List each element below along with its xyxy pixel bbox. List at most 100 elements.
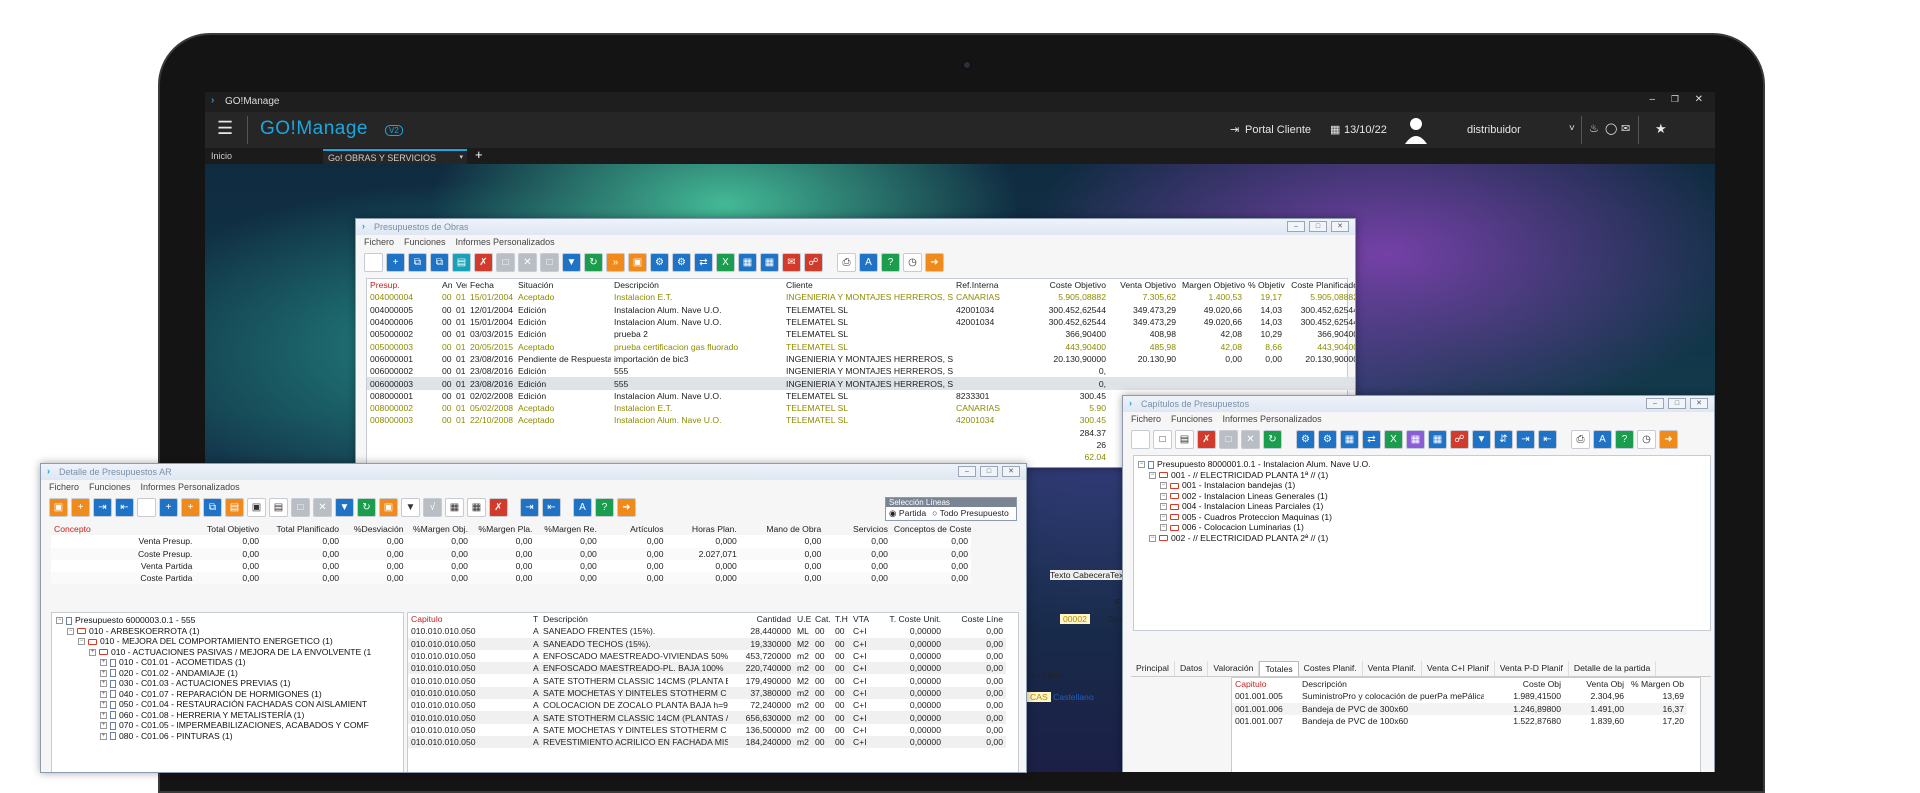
expand-icon[interactable]: − xyxy=(1160,503,1167,511)
column-header[interactable]: Coste Líne xyxy=(944,613,1006,625)
expand-icon[interactable]: − xyxy=(1149,471,1156,479)
column-header[interactable]: Venta Obj xyxy=(1564,678,1627,690)
column-header[interactable]: Cantidad xyxy=(728,613,794,625)
table-row[interactable]: 001.001.007 Bandeja de PVC de 100x60 1.522… xyxy=(1232,714,1687,728)
duplicate-icon[interactable]: ⧉ xyxy=(430,252,449,272)
expand-icon[interactable]: − xyxy=(56,617,63,625)
export-icon[interactable]: ⇤ xyxy=(1538,429,1557,449)
tree-node[interactable]: +050 - C01.04 - RESTAURACIÓN FACHADAS CO… xyxy=(56,699,399,710)
expand-icon[interactable]: + xyxy=(100,732,107,740)
menu-fichero[interactable]: Fichero xyxy=(364,237,394,247)
save-icon[interactable]: □ xyxy=(496,252,515,272)
settings-icon[interactable]: ⚙ xyxy=(650,252,669,272)
maximize-icon[interactable]: □ xyxy=(980,466,998,477)
filter-icon[interactable]: ▼ xyxy=(562,252,581,272)
translate-icon[interactable]: A xyxy=(859,252,878,272)
star-icon[interactable]: ★ xyxy=(1655,121,1667,137)
tree-node[interactable]: − 002 - // ELECTRICIDAD PLANTA 2ª // (1) xyxy=(1138,533,1706,544)
column-header[interactable]: Horas Plan. xyxy=(667,523,740,535)
edit-icon[interactable]: ✎ xyxy=(364,252,383,272)
table-row[interactable]: 010.010.010.050 A SATE MOCHETAS Y DINTELES… xyxy=(408,723,1006,736)
tree-node[interactable]: − Presupuesto 6000003.0.1 - 555 xyxy=(56,615,399,626)
grid-icon[interactable]: ▦ xyxy=(1406,429,1425,449)
tools-icon[interactable]: ⚙ xyxy=(672,252,691,272)
expand-icon[interactable]: − xyxy=(1149,534,1156,542)
tree-node[interactable]: +060 - C01.08 - HERRERIA Y METALISTERÍA … xyxy=(56,710,399,721)
table-row[interactable]: 001.001.006 Bandeja de PVC de 300x60 1.246… xyxy=(1232,702,1687,715)
document-icon[interactable]: ▤ xyxy=(452,252,471,272)
bc3-export-icon[interactable]: ⇄ xyxy=(694,252,713,272)
column-header[interactable]: Artículos xyxy=(600,523,667,535)
table-row[interactable]: 005000002 00 01 03/03/2015 Edición prueba 2 TE… xyxy=(367,328,1355,340)
table-row[interactable]: 010.010.010.050 A REVESTIMIENTO ACRILICO E… xyxy=(408,735,1006,749)
column-header[interactable]: Mano de Obra xyxy=(740,523,824,535)
tree-node[interactable]: +010 - C01.01 - ACOMETIDAS (1) xyxy=(56,657,399,668)
expand-icon[interactable]: − xyxy=(1160,482,1167,490)
remove-icon[interactable]: ✗ xyxy=(489,497,508,517)
column-header[interactable]: Coste Planificado xyxy=(1285,279,1355,291)
minimize-icon[interactable]: – xyxy=(1649,94,1655,105)
column-header[interactable]: % Margen Ob xyxy=(1627,678,1687,690)
expand-icon[interactable]: + xyxy=(100,659,107,667)
print-icon[interactable]: ⎙ xyxy=(837,252,856,272)
maximize-icon[interactable]: □ xyxy=(1668,398,1686,409)
new-icon[interactable]: □ xyxy=(1153,429,1172,449)
column-header[interactable]: Total Planificado xyxy=(262,523,342,535)
column-header[interactable]: Descripción xyxy=(611,279,783,291)
settings-icon[interactable]: ⚙ xyxy=(1296,429,1315,449)
table-row[interactable]: 010.010.010.050 A COLOCACION DE ZOCALO PLA… xyxy=(408,699,1006,712)
save-icon[interactable]: □ xyxy=(291,497,310,517)
hierarchy-icon[interactable]: ▣ xyxy=(628,252,647,272)
menu-fichero[interactable]: Fichero xyxy=(49,482,79,492)
column-header[interactable]: Ref.Interna xyxy=(953,279,1035,291)
menu-informes[interactable]: Informes Personalizados xyxy=(456,237,555,247)
sort-icon[interactable]: ⇵ xyxy=(1494,429,1513,449)
expand-icon[interactable]: − xyxy=(78,638,85,646)
expand-icon[interactable]: + xyxy=(100,711,107,719)
table-row[interactable]: 006000001 00 01 23/08/2016 Pendiente de Resp… xyxy=(367,353,1355,365)
dropdown-icon[interactable]: ▾ xyxy=(459,153,463,161)
radio-partida[interactable]: ◉ Partida xyxy=(889,508,926,519)
tree-node[interactable]: − 006 - Colocacion Luminarias (1) xyxy=(1138,522,1706,533)
edit-icon[interactable]: ✎ xyxy=(137,497,156,517)
column-header[interactable]: Coste Obj xyxy=(1484,678,1564,690)
lock-icon[interactable]: ▣ xyxy=(247,497,266,517)
clock-icon[interactable]: ◷ xyxy=(903,252,922,272)
bell-icon[interactable]: ♨ xyxy=(1589,122,1599,135)
tree-node[interactable]: − 004 - Instalacion Lineas Parciales (1) xyxy=(1138,501,1706,512)
expand-icon[interactable]: − xyxy=(1160,524,1167,532)
new-icon[interactable]: + xyxy=(386,252,405,272)
tab-principal[interactable]: Principal xyxy=(1131,661,1175,676)
filter-icon[interactable]: ▼ xyxy=(335,497,354,517)
tree-node[interactable]: − 010 - MEJORA DEL COMPORTAMIENTO ENERGET… xyxy=(56,636,399,647)
expand-icon[interactable]: − xyxy=(1160,513,1167,521)
column-header[interactable]: Conceptos de Coste xyxy=(891,523,971,535)
refresh-icon[interactable]: ↻ xyxy=(1263,429,1282,449)
cas-field[interactable]: CAS xyxy=(1027,692,1051,702)
table-row[interactable]: 010.010.010.050 A SANEADO TECHOS (15%). 19,… xyxy=(408,637,1006,650)
table-row[interactable]: 010.010.010.050 A SATE STOTHERM CLASSIC 14… xyxy=(408,711,1006,724)
grid-icon[interactable]: ▦ xyxy=(738,252,757,272)
column-header[interactable]: Cliente xyxy=(783,279,953,291)
minimize-icon[interactable]: – xyxy=(958,466,976,477)
table-row[interactable]: 004000005 00 01 12/01/2004 Edición Instalacio… xyxy=(367,304,1355,316)
report-icon[interactable]: ▦ xyxy=(760,252,779,272)
calc-icon[interactable]: ▦ xyxy=(467,497,486,517)
tree-node[interactable]: − 001 - Instalacion bandejas (1) xyxy=(1138,480,1706,491)
mail-icon[interactable]: ✉ xyxy=(782,252,801,272)
grid-icon[interactable]: ▦ xyxy=(445,497,464,517)
close-icon[interactable]: ✕ xyxy=(1002,466,1020,477)
tab-venta-p-d-planif[interactable]: Venta P-D Planif xyxy=(1495,661,1569,676)
menu-funciones[interactable]: Funciones xyxy=(89,482,131,492)
column-header[interactable]: %Margen Obj. xyxy=(407,523,471,535)
add-tab-button[interactable]: + xyxy=(475,148,483,162)
tab-inicio[interactable]: Inicio xyxy=(211,151,232,161)
copy-icon[interactable]: ⧉ xyxy=(203,497,222,517)
exit-icon[interactable]: ➜ xyxy=(617,497,636,517)
cancel-icon[interactable]: ✕ xyxy=(313,497,332,517)
exit-icon[interactable]: ➜ xyxy=(925,252,944,272)
excel-icon[interactable]: X xyxy=(1384,429,1403,449)
column-header[interactable]: VTA xyxy=(850,613,880,625)
attach-icon[interactable]: ☍ xyxy=(1450,429,1469,449)
column-header[interactable]: Descripción xyxy=(1299,678,1484,690)
